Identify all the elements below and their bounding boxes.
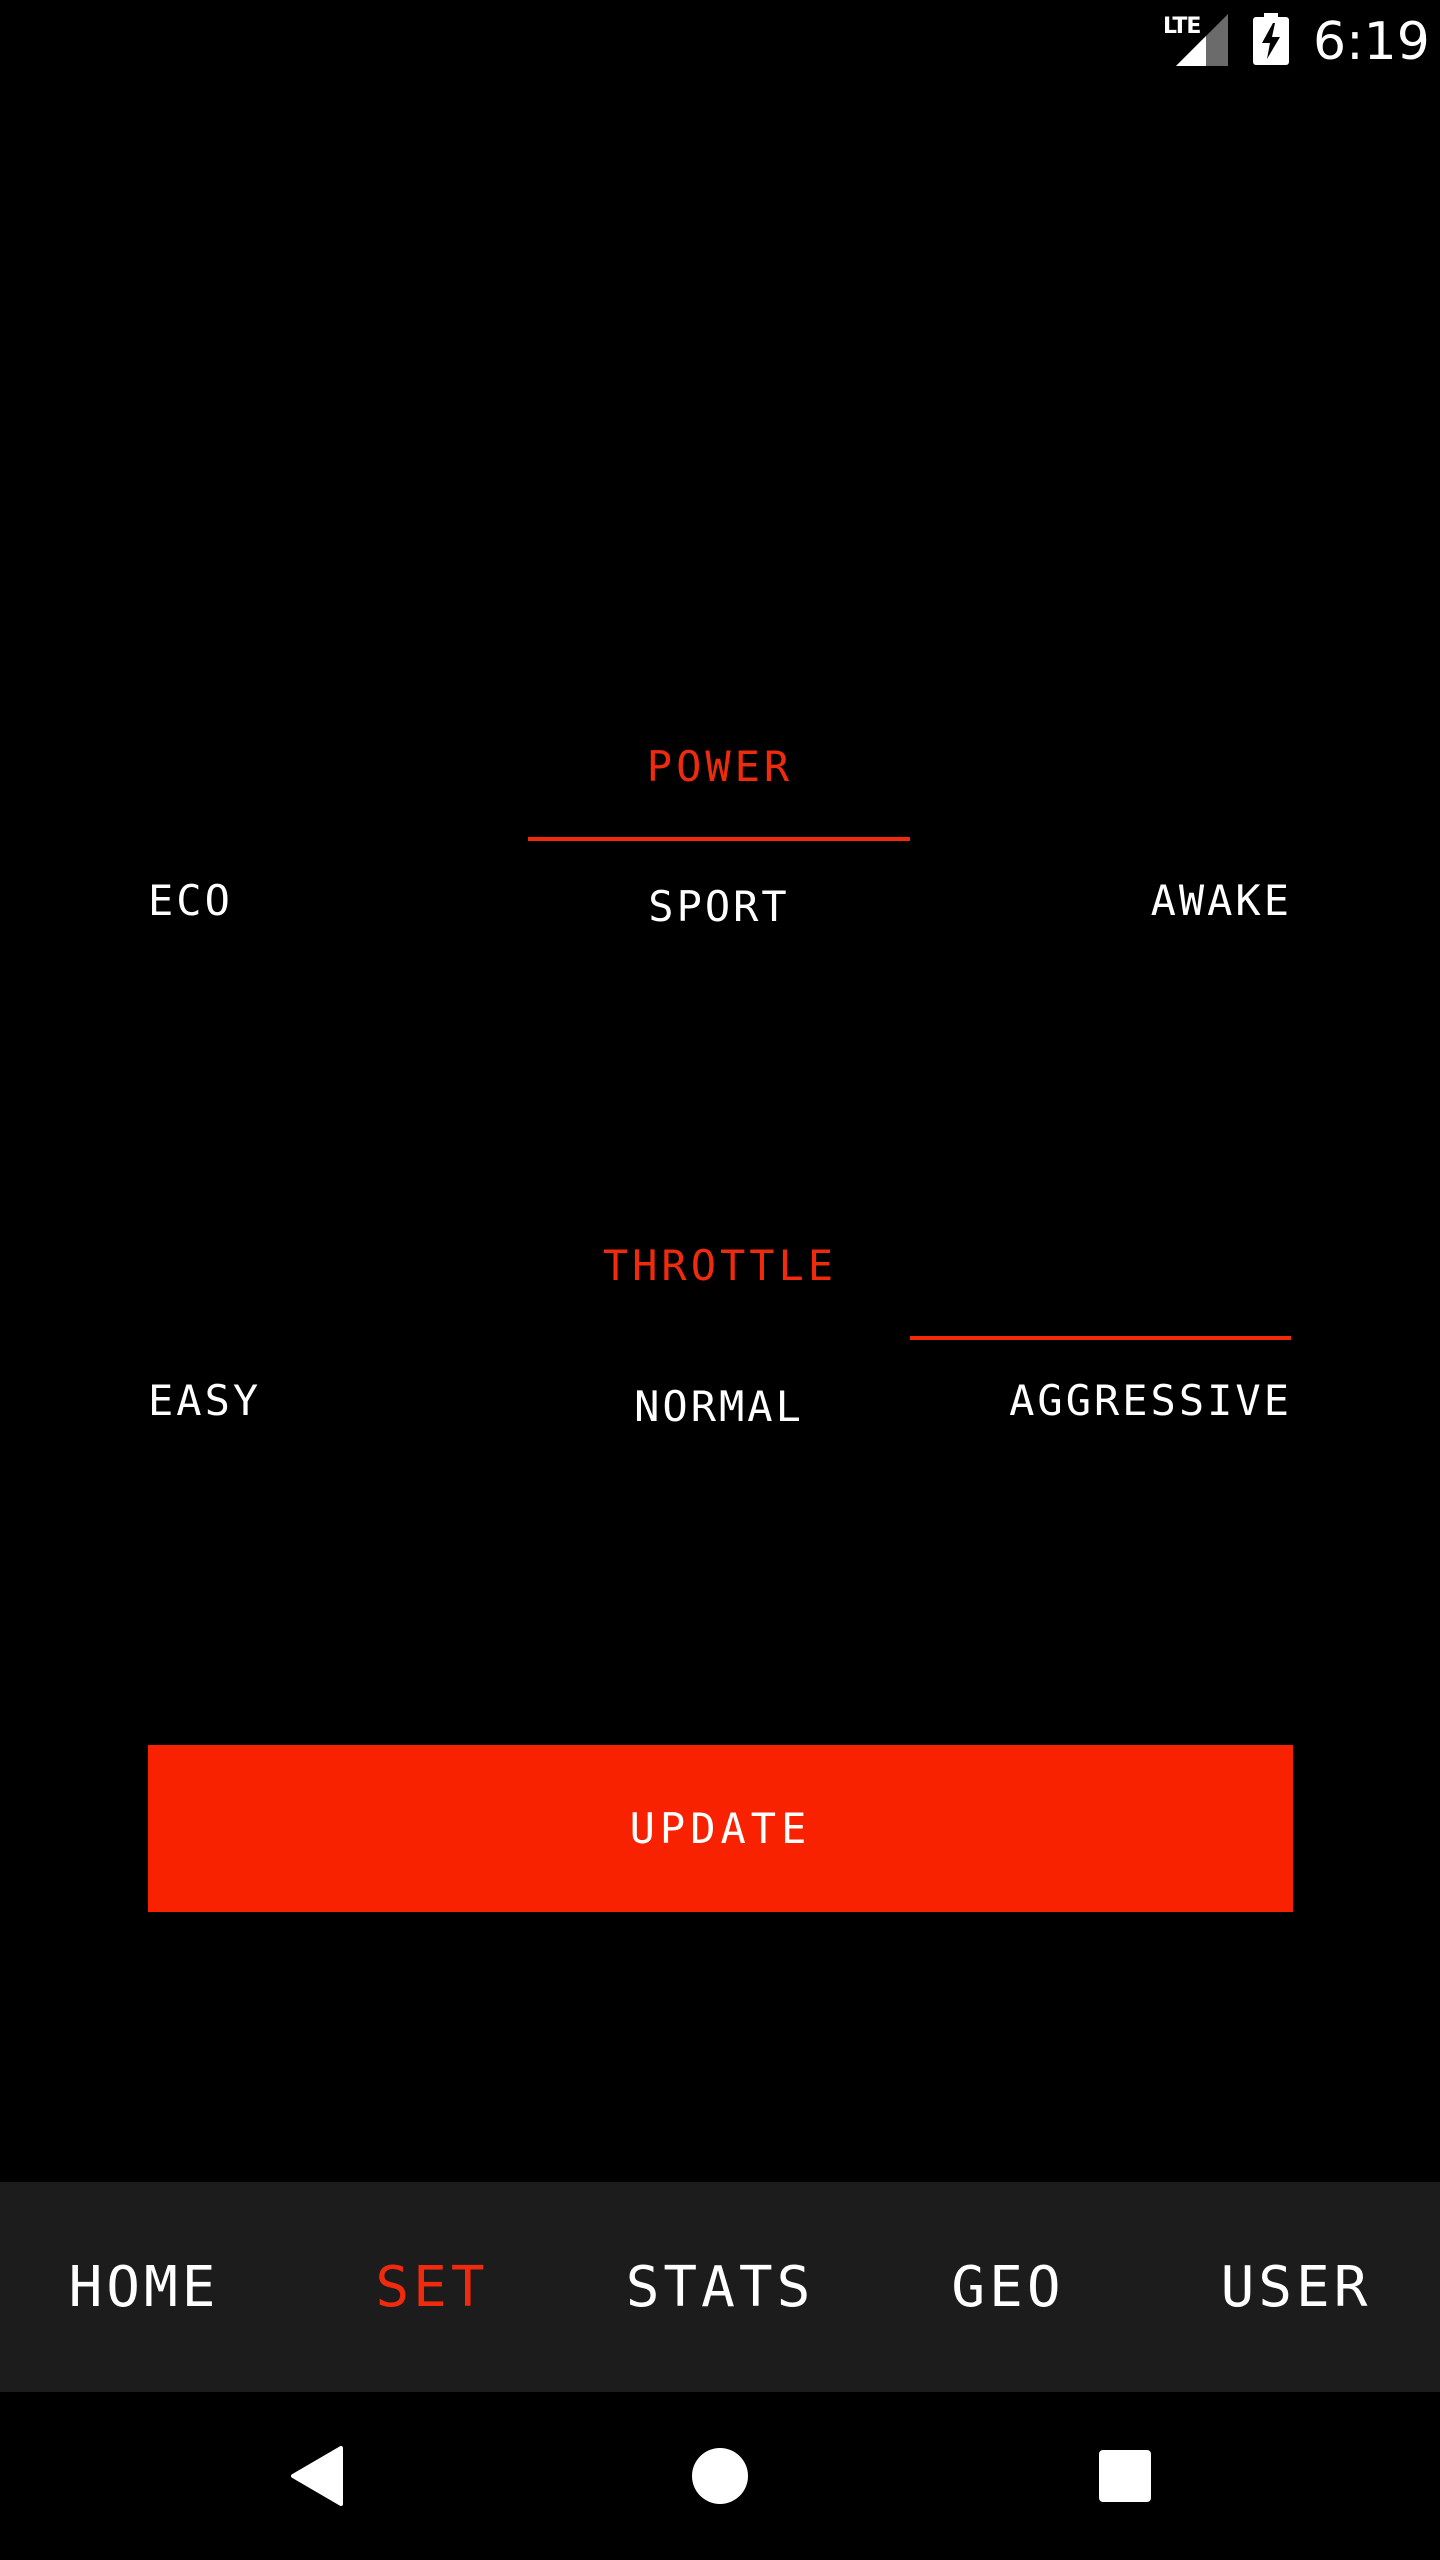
tab-user[interactable]: USER (1152, 2182, 1440, 2392)
tab-stats[interactable]: STATS (576, 2182, 864, 2392)
bottom-tab-bar: HOME SET STATS GEO USER (0, 2182, 1440, 2392)
power-title: POWER (646, 742, 794, 791)
status-bar: LTE 6:19 (0, 0, 1440, 84)
signal-icon (1176, 14, 1228, 66)
back-button[interactable] (236, 2392, 396, 2560)
power-option-sport[interactable]: SPORT (528, 882, 910, 931)
home-button[interactable] (640, 2392, 800, 2560)
recents-button[interactable] (1045, 2392, 1205, 2560)
throttle-option-normal[interactable]: NORMAL (528, 1382, 910, 1431)
throttle-option-aggressive[interactable]: AGGRESSIVE (1009, 1376, 1292, 1425)
update-button[interactable]: UPDATE (148, 1745, 1293, 1912)
power-option-eco[interactable]: ECO (148, 876, 233, 925)
throttle-option-easy[interactable]: EASY (148, 1376, 261, 1425)
tab-geo[interactable]: GEO (864, 2182, 1152, 2392)
tab-set[interactable]: SET (288, 2182, 576, 2392)
power-option-awake[interactable]: AWAKE (1151, 876, 1292, 925)
system-nav-bar (0, 2392, 1440, 2560)
tab-home[interactable]: HOME (0, 2182, 288, 2392)
throttle-selected-indicator (910, 1336, 1291, 1340)
throttle-title: THROTTLE (602, 1241, 838, 1290)
recents-icon (1099, 2450, 1151, 2502)
power-selected-indicator (528, 837, 910, 841)
battery-charging-icon (1253, 13, 1289, 65)
clock: 6:19 (1313, 12, 1430, 72)
home-icon (692, 2448, 748, 2504)
back-icon (291, 2446, 343, 2506)
